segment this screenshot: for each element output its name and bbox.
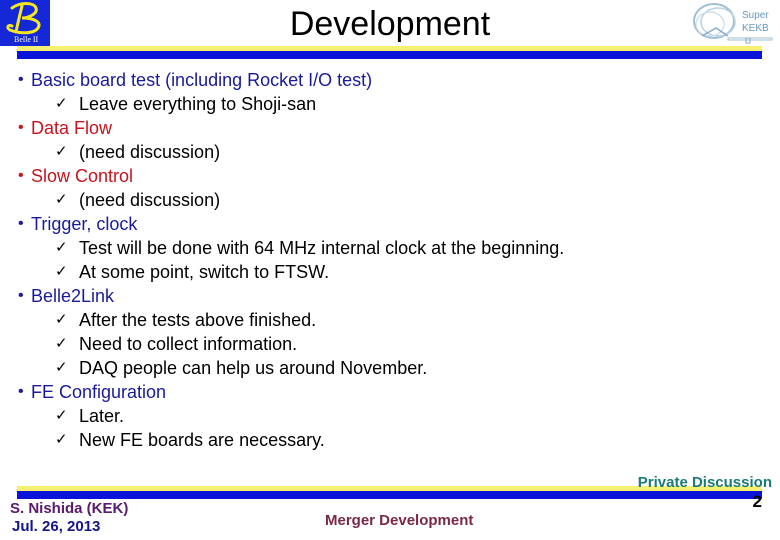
sub-bullet-item: ✓ (need discussion) <box>0 140 780 164</box>
sub-bullet-text: New FE boards are necessary. <box>79 430 325 450</box>
sub-bullet-text: Test will be done with 64 MHz internal c… <box>79 238 565 258</box>
sub-bullet-item: ✓ Leave everything to Shoji-san <box>0 92 780 116</box>
checkmark-icon: ✓ <box>55 191 68 208</box>
sub-bullet-text: (need discussion) <box>79 190 221 210</box>
bullet-icon: • <box>18 119 24 136</box>
checkmark-icon: ✓ <box>55 359 68 376</box>
sub-bullet-item: ✓ Later. <box>0 404 780 428</box>
checkmark-icon: ✓ <box>55 407 68 424</box>
bullet-text: FE Configuration <box>31 382 167 402</box>
bullet-icon: • <box>18 167 24 184</box>
footer-author-block: S. Nishida (KEK) Jul. 26, 2013 <box>10 500 128 536</box>
bullet-text: Trigger, clock <box>31 214 138 234</box>
header-blue-rule <box>17 51 762 59</box>
footer-title: Merger Development <box>325 512 474 529</box>
sub-bullet-item: ✓ (need discussion) <box>0 188 780 212</box>
footer-right-block: Private Discussion 2 <box>638 474 772 512</box>
bullet-text: Data Flow <box>31 118 113 138</box>
bullet-icon: • <box>18 215 24 232</box>
bullet-text: Basic board test (including Rocket I/O t… <box>31 70 373 90</box>
checkmark-icon: ✓ <box>55 263 68 280</box>
superkekb-logo-icon: Super KEKB <box>693 3 773 44</box>
page-number: 2 <box>752 492 762 511</box>
bullet-item: • Basic board test (including Rocket I/O … <box>0 68 780 92</box>
bullet-item: • FE Configuration <box>0 380 780 404</box>
sub-bullet-text: Later. <box>79 406 125 426</box>
sub-bullet-text: At some point, switch to FTSW. <box>79 262 330 282</box>
sub-bullet-text: After the tests above finished. <box>79 310 317 330</box>
footer-confidentiality: Private Discussion <box>637 474 772 491</box>
sub-bullet-item: ✓ At some point, switch to FTSW. <box>0 260 780 284</box>
superkekb-logo: Super KEKB <box>688 2 780 46</box>
sub-bullet-text: (need discussion) <box>79 142 221 162</box>
bullet-icon: • <box>18 71 24 88</box>
bullet-item: • Data Flow <box>0 116 780 140</box>
bullet-text: Slow Control <box>31 166 134 186</box>
sub-bullet-text: Need to collect information. <box>79 334 298 354</box>
bullet-icon: • <box>18 287 24 304</box>
footer-author: S. Nishida (KEK) <box>10 500 129 517</box>
sub-bullet-item: ✓ New FE boards are necessary. <box>0 428 780 452</box>
superkekb-line2: KEKB <box>742 23 769 34</box>
checkmark-icon: ✓ <box>55 95 68 112</box>
footer-date: Jul. 26, 2013 <box>12 518 101 535</box>
slide-title: Development <box>289 5 491 43</box>
checkmark-icon: ✓ <box>55 143 68 160</box>
checkmark-icon: ✓ <box>55 335 68 352</box>
sub-bullet-item: ✓ After the tests above finished. <box>0 308 780 332</box>
sub-bullet-item: ✓ Need to collect information. <box>0 332 780 356</box>
bullet-text: Belle2Link <box>31 286 115 306</box>
bullet-item: • Trigger, clock <box>0 212 780 236</box>
bullet-list: • Basic board test (including Rocket I/O … <box>0 68 780 452</box>
sub-bullet-item: ✓ DAQ people can help us around November. <box>0 356 780 380</box>
checkmark-icon: ✓ <box>55 311 68 328</box>
checkmark-icon: ✓ <box>55 239 68 256</box>
sub-bullet-item: ✓ Test will be done with 64 MHz internal … <box>0 236 780 260</box>
superkekb-line1: Super <box>742 10 769 21</box>
bullet-icon: • <box>18 383 24 400</box>
sub-bullet-text: DAQ people can help us around November. <box>79 358 428 378</box>
bullet-item: • Belle2Link <box>0 284 780 308</box>
sub-bullet-text: Leave everything to Shoji-san <box>79 94 317 114</box>
bullet-item: • Slow Control <box>0 164 780 188</box>
checkmark-icon: ✓ <box>55 431 68 448</box>
